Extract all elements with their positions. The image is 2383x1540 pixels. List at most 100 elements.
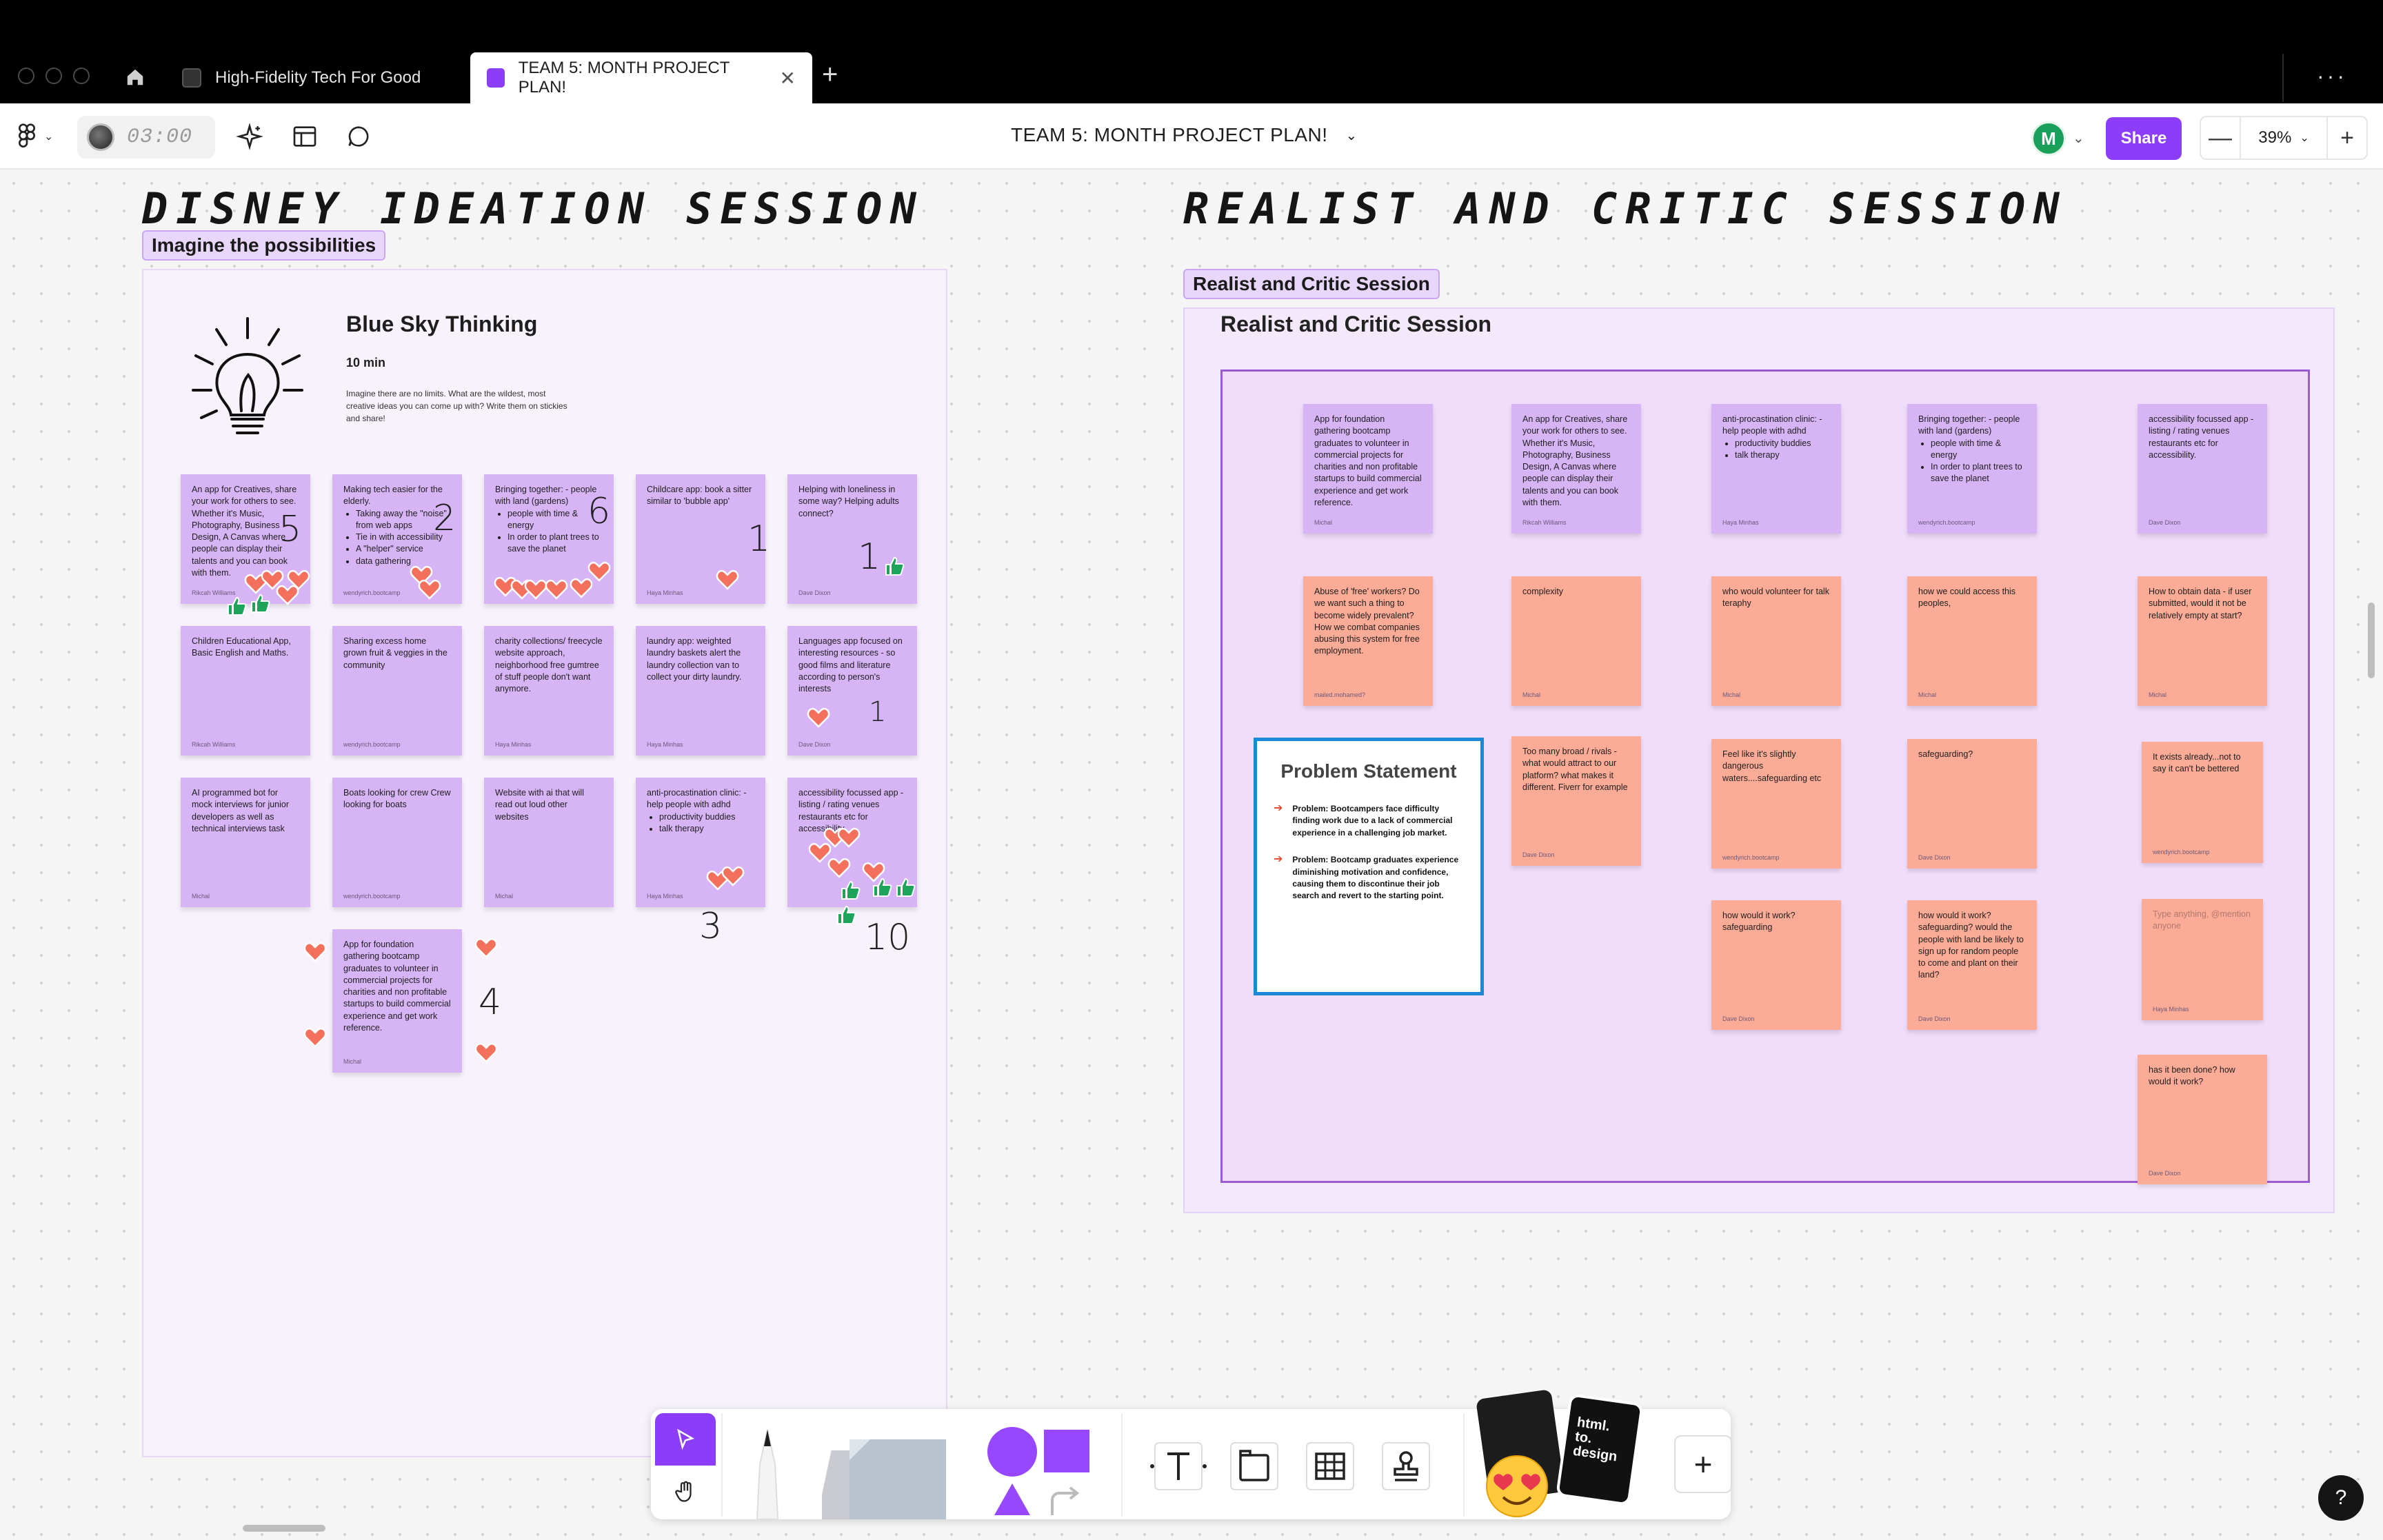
sticky-note[interactable]: how would it work? safeguarding Dave Dix… xyxy=(1711,900,1841,1030)
sticky-note[interactable]: complexity Michal xyxy=(1511,576,1641,706)
heart-reaction-icon[interactable] xyxy=(545,579,568,600)
table-icon xyxy=(1306,1442,1354,1490)
tab-team5-plan[interactable]: TEAM 5: MONTH PROJECT PLAN! ✕ xyxy=(470,52,812,103)
window-minimize-dot[interactable] xyxy=(46,68,62,84)
sticky-note[interactable]: safeguarding? Dave Dixon xyxy=(1907,739,2037,869)
home-icon[interactable] xyxy=(117,59,153,95)
widgets-tool-button[interactable]: html. to. design xyxy=(1476,1387,1662,1518)
sticky-note[interactable]: Making tech easier for the elderly. Taki… xyxy=(332,474,462,604)
heart-reaction-icon[interactable] xyxy=(474,1042,498,1063)
sticky-note[interactable]: An app for Creatives, share your work fo… xyxy=(1511,404,1641,534)
sticky-note[interactable]: App for foundation gathering bootcamp gr… xyxy=(332,929,462,1073)
sticky-note[interactable]: Languages app focused on interesting res… xyxy=(787,626,917,756)
sticky-note[interactable]: Helping with loneliness in some way? Hel… xyxy=(787,474,917,604)
sticky-note[interactable]: It exists already...not to say it can't … xyxy=(2142,742,2263,863)
section-label-possibilities[interactable]: Imagine the possibilities xyxy=(142,230,386,261)
sticky-note[interactable]: Childcare app: book a sitter similar to … xyxy=(636,474,765,604)
heart-reaction-icon[interactable] xyxy=(418,579,441,600)
new-tab-button[interactable]: + xyxy=(822,61,838,88)
sticky-note[interactable]: Children Educational App, Basic English … xyxy=(181,626,310,756)
sticky-note[interactable]: anti-procastination clinic: - help peopl… xyxy=(636,778,765,907)
timer-display: 03:00 xyxy=(127,125,193,149)
heart-reaction-icon[interactable] xyxy=(474,938,498,958)
sticky-note[interactable]: accessibility focussed app - listing / r… xyxy=(2138,404,2267,534)
heart-reaction-icon[interactable] xyxy=(827,858,851,878)
problem-text: Problem: Bootcampers face difficulty fin… xyxy=(1292,804,1453,838)
thumbs-up-reaction-icon[interactable] xyxy=(884,556,905,576)
zoom-out-button[interactable]: — xyxy=(2201,117,2241,159)
timer-widget[interactable]: 03:00 xyxy=(77,116,215,159)
comment-icon[interactable] xyxy=(342,120,375,153)
heart-reaction-icon[interactable] xyxy=(287,569,310,590)
zoom-level-dropdown[interactable]: 39% ⌄ xyxy=(2241,128,2326,148)
heart-reaction-icon[interactable] xyxy=(807,707,830,728)
sticky-note-tool-button[interactable] xyxy=(816,1430,946,1519)
section-tool-button[interactable] xyxy=(1223,1435,1285,1497)
sticky-note[interactable]: charity collections/ freecycle website a… xyxy=(484,626,614,756)
heart-reaction-icon[interactable] xyxy=(837,827,861,848)
sticky-note[interactable]: has it been done? how would it work? Dav… xyxy=(2138,1055,2267,1184)
sticky-note[interactable]: Sharing excess home grown fruit & veggie… xyxy=(332,626,462,756)
sticky-note[interactable]: laundry app: weighted laundry baskets al… xyxy=(636,626,765,756)
heart-reaction-icon[interactable] xyxy=(716,569,739,590)
shape-tool-button[interactable] xyxy=(986,1426,1096,1515)
close-tab-icon[interactable]: ✕ xyxy=(780,67,796,90)
sticky-note[interactable]: Feel like it's slightly dangerous waters… xyxy=(1711,739,1841,869)
sticky-note[interactable]: how we could access this peoples, Michal xyxy=(1907,576,2037,706)
window-maximize-dot[interactable] xyxy=(73,68,90,84)
heart-reaction-icon[interactable] xyxy=(721,866,745,886)
sticky-placeholder[interactable]: Type anything, @mention anyone xyxy=(2153,909,2252,933)
vote-tally: 10 xyxy=(865,917,911,958)
section-label-realist[interactable]: Realist and Critic Session xyxy=(1183,269,1440,299)
vertical-scrollbar[interactable] xyxy=(2368,602,2375,678)
help-button[interactable]: ? xyxy=(2318,1475,2364,1521)
select-tool-button[interactable] xyxy=(655,1413,716,1466)
window-close-dot[interactable] xyxy=(18,68,34,84)
sticky-note[interactable]: App for foundation gathering bootcamp gr… xyxy=(1303,404,1433,534)
zoom-in-button[interactable]: + xyxy=(2326,117,2366,159)
heart-reaction-icon[interactable] xyxy=(303,942,327,962)
thumbs-up-reaction-icon[interactable] xyxy=(836,904,856,925)
ai-sparkle-icon[interactable] xyxy=(233,120,266,153)
heart-reaction-icon[interactable] xyxy=(587,561,611,582)
sticky-note[interactable]: AI programmed bot for mock interviews fo… xyxy=(181,778,310,907)
tab-high-fidelity[interactable]: High-Fidelity Tech For Good xyxy=(165,52,469,103)
more-tools-button[interactable]: + xyxy=(1674,1435,1732,1493)
heart-reaction-icon[interactable] xyxy=(303,1027,327,1048)
text-tool-button[interactable] xyxy=(1147,1435,1209,1497)
template-layout-icon[interactable] xyxy=(288,120,321,153)
more-menu-icon[interactable]: ··· xyxy=(2317,63,2347,89)
thumbs-up-reaction-icon[interactable] xyxy=(226,596,247,616)
sticky-note[interactable]: Boats looking for crew Crew looking for … xyxy=(332,778,462,907)
sticky-text: App for foundation gathering bootcamp gr… xyxy=(343,940,451,1033)
sticky-note[interactable]: Abuse of 'free' workers? Do we want such… xyxy=(1303,576,1433,706)
problem-statement-card[interactable]: Problem Statement ➔ Problem: Bootcampers… xyxy=(1254,738,1484,995)
sticky-note[interactable]: How to obtain data - if user submitted, … xyxy=(2138,576,2267,706)
sticky-note[interactable]: how would it work? safeguarding? would t… xyxy=(1907,900,2037,1030)
main-menu-button[interactable]: ⌄ xyxy=(17,123,53,150)
thumbs-up-reaction-icon[interactable] xyxy=(895,877,916,898)
sticky-note[interactable]: Bringing together: - people with land (g… xyxy=(1907,404,2037,534)
sticky-author: wendyrich.bootcamp xyxy=(343,589,401,596)
share-button[interactable]: Share xyxy=(2106,117,2182,160)
bullet: A "helper" service xyxy=(356,543,451,555)
stamp-tool-button[interactable] xyxy=(1375,1435,1437,1497)
thumbs-up-reaction-icon[interactable] xyxy=(872,877,892,898)
sticky-note[interactable]: who would volunteer for talk teraphy Mic… xyxy=(1711,576,1841,706)
sticky-author: Rikcah Williams xyxy=(1522,518,1567,526)
sticky-note[interactable]: Type anything, @mention anyone Haya Minh… xyxy=(2142,899,2263,1020)
chevron-down-icon[interactable]: ⌄ xyxy=(2073,130,2084,147)
sticky-note[interactable]: Too many broad / rivals - what would att… xyxy=(1511,736,1641,866)
hand-tool-button[interactable] xyxy=(655,1467,716,1517)
file-title-menu[interactable]: TEAM 5: MONTH PROJECT PLAN! ⌄ xyxy=(1011,124,1358,146)
horizontal-scrollbar[interactable] xyxy=(243,1525,325,1532)
heart-reaction-icon[interactable] xyxy=(524,579,547,600)
thumbs-up-reaction-icon[interactable] xyxy=(840,880,861,900)
thumbs-up-reaction-icon[interactable] xyxy=(250,593,270,614)
sticky-note[interactable]: Website with ai that will read out loud … xyxy=(484,778,614,907)
user-avatar[interactable]: M xyxy=(2031,121,2066,156)
sticky-note[interactable]: anti-procastination clinic: - help peopl… xyxy=(1711,404,1841,534)
marker-tool-button[interactable] xyxy=(730,1423,805,1520)
table-tool-button[interactable] xyxy=(1299,1435,1361,1497)
sticky-author: Michal xyxy=(1918,691,1937,698)
